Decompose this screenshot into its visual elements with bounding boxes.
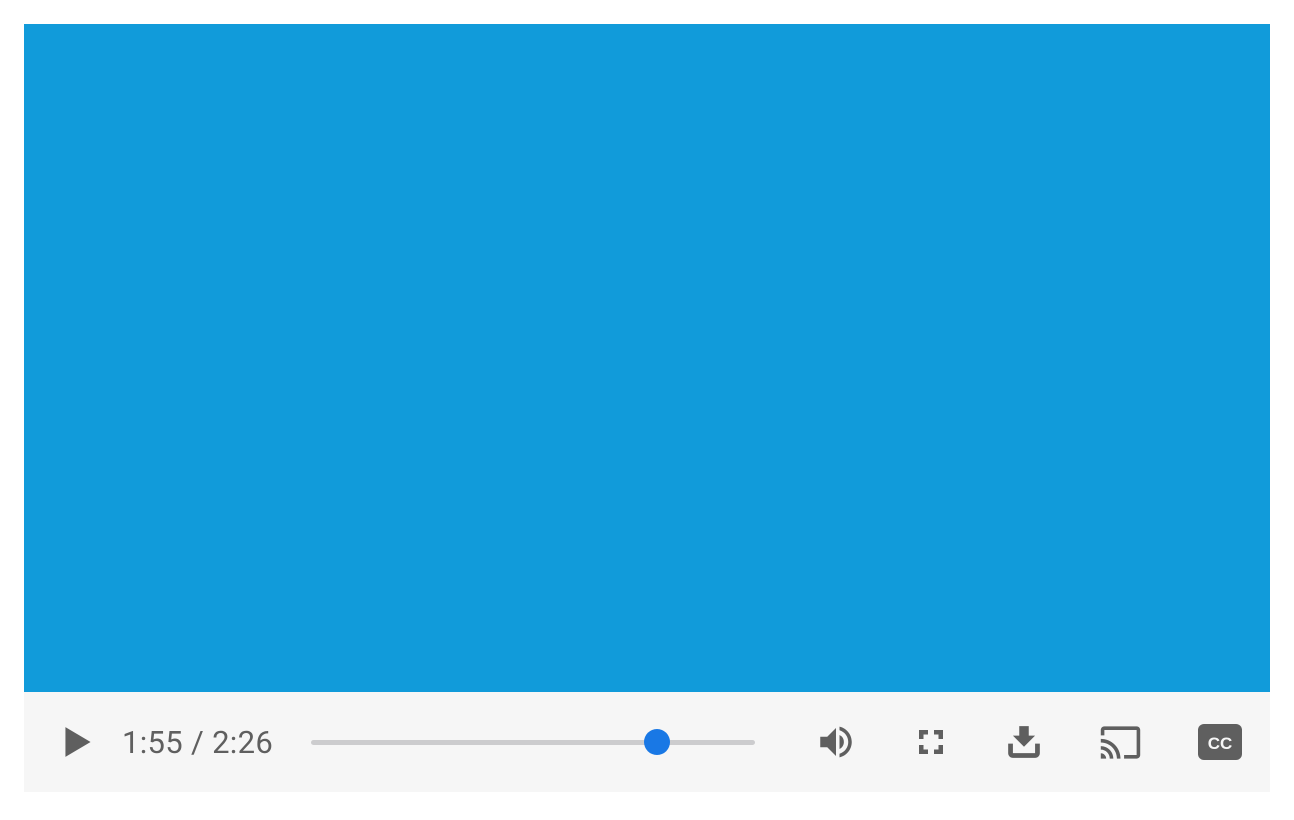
captions-label: CC [1208,734,1233,753]
current-time: 1:55 [122,724,183,761]
fullscreen-button[interactable] [913,724,949,760]
cast-icon [1099,721,1142,764]
captions-button[interactable]: CC [1198,720,1242,764]
video-viewport[interactable] [24,24,1270,692]
video-player: 1:55 / 2:26 [24,24,1270,792]
duration: 2:26 [212,724,273,761]
video-controls: 1:55 / 2:26 [24,692,1270,792]
cast-button[interactable] [1099,721,1142,764]
seek-track [311,740,755,745]
captions-icon: CC [1198,720,1242,764]
download-button[interactable] [1005,723,1043,761]
time-display: 1:55 / 2:26 [122,724,273,761]
play-button[interactable] [64,726,92,758]
time-separator: / [183,724,212,761]
volume-button[interactable] [815,721,857,763]
seek-bar[interactable] [311,732,755,752]
seek-thumb[interactable] [644,729,670,755]
play-icon [64,726,92,758]
right-controls: CC [815,720,1242,764]
volume-icon [815,721,857,763]
fullscreen-icon [913,724,949,760]
download-icon [1005,723,1043,761]
